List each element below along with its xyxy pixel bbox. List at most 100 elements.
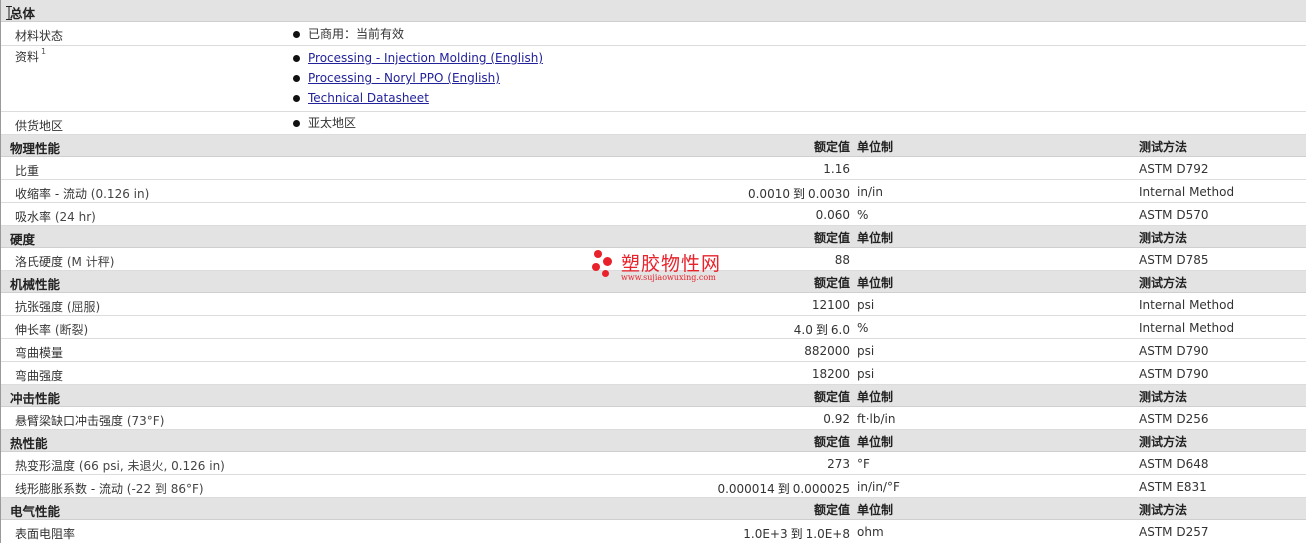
property-unit: psi <box>857 298 875 312</box>
property-name: 比重 <box>15 162 39 179</box>
general-row-documents: 资料 1 Processing - Injection Molding (Engl… <box>1 46 1306 112</box>
row-label: 资料 1 <box>15 47 46 65</box>
watermark-logo: 塑胶物性网 www.sujiaowuxing.com <box>591 248 731 284</box>
list-item: Processing - Noryl PPO (English) <box>291 68 543 88</box>
property-condition: (0.126 in) <box>90 187 150 201</box>
logo-dot-icon <box>592 263 600 271</box>
property-name-text: 收缩率 - 流动 <box>15 187 87 201</box>
column-header-value: 额定值 <box>813 390 850 404</box>
property-unit: % <box>857 321 869 335</box>
section-title: 冲击性能 <box>10 391 61 406</box>
row-label-text: 资料 <box>15 50 40 64</box>
property-row-water-absorption: 吸水率 (24 hr) 0.060 % ASTM D570 <box>1 203 1306 226</box>
bullet-list: Processing - Injection Molding (English)… <box>291 48 543 108</box>
row-label: 供货地区 <box>15 119 64 133</box>
property-value: 0.000014 到 0.000025 <box>717 480 850 497</box>
property-value: 0.92 <box>823 412 850 426</box>
property-condition: (M 计秤) <box>66 255 115 269</box>
property-name: 线形膨胀系数 - 流动 (-22 到 86°F) <box>15 480 204 497</box>
status-text: 已商用：当前有效 <box>308 27 405 41</box>
property-test-method: ASTM D648 <box>1139 457 1209 471</box>
property-test-method: ASTM D257 <box>1139 525 1209 539</box>
list-item: 亚太地区 <box>291 113 356 133</box>
bullet-icon <box>293 55 300 62</box>
section-header-general: 总体 <box>1 0 1306 22</box>
property-row-deflection-temp: 热变形温度 (66 psi, 未退火, 0.126 in) 273 °F AST… <box>1 452 1306 475</box>
column-header-unit: 单位制 <box>857 435 894 449</box>
document-link-technical-datasheet[interactable]: Technical Datasheet <box>308 91 429 105</box>
property-condition: (73°F) <box>126 414 165 428</box>
property-test-method: Internal Method <box>1139 321 1235 335</box>
property-name: 收缩率 - 流动 (0.126 in) <box>15 185 149 202</box>
column-header-unit: 单位制 <box>857 276 894 290</box>
section-header-physical: 物理性能 额定值 单位制 测试方法 <box>1 135 1306 157</box>
property-value: 882000 <box>804 344 850 358</box>
range-word: 到 <box>792 187 805 201</box>
column-header-test: 测试方法 <box>1139 231 1188 245</box>
property-test-method: ASTM E831 <box>1139 480 1207 494</box>
section-title: 硬度 <box>10 232 36 247</box>
property-row-flexural-modulus: 弯曲模量 882000 psi ASTM D790 <box>1 339 1306 362</box>
property-name-text: 洛氏硬度 <box>15 255 64 269</box>
list-item: 已商用：当前有效 <box>291 24 404 44</box>
property-name: 悬臂梁缺口冲击强度 (73°F) <box>15 412 164 429</box>
property-value: 88 <box>834 253 850 267</box>
property-name: 弯曲模量 <box>15 344 63 361</box>
value-to: 0.000025 <box>792 482 850 496</box>
property-row-shrinkage: 收缩率 - 流动 (0.126 in) 0.0010 到 0.0030 in/in … <box>1 180 1306 203</box>
value-to: 6.0 <box>830 323 850 337</box>
column-header-value: 额定值 <box>813 231 850 245</box>
property-name-text: 热变形温度 <box>15 459 76 473</box>
section-title: 机械性能 <box>10 277 61 292</box>
column-header-test: 测试方法 <box>1139 503 1188 517</box>
section-title: 热性能 <box>10 436 48 451</box>
property-condition: (24 hr) <box>54 210 96 224</box>
column-header-unit: 单位制 <box>857 503 894 517</box>
range-word: 到 <box>777 482 790 496</box>
document-link-injection-molding[interactable]: Processing - Injection Molding (English) <box>308 51 543 65</box>
range-word: 到 <box>790 527 803 541</box>
property-test-method: Internal Method <box>1139 298 1235 312</box>
watermark-url: www.sujiaowuxing.com <box>621 273 716 282</box>
property-condition: (断裂) <box>54 323 89 337</box>
property-name-text: 比重 <box>15 164 40 178</box>
property-row-surface-resistivity: 表面电阻率 1.0E+3 到 1.0E+8 ohm ASTM D257 <box>1 520 1306 543</box>
property-value: 0.0010 到 0.0030 <box>748 185 850 202</box>
property-row-elongation: 伸长率 (断裂) 4.0 到 6.0 % Internal Method <box>1 316 1306 339</box>
property-row-izod-impact: 悬臂梁缺口冲击强度 (73°F) 0.92 ft·lb/in ASTM D256 <box>1 407 1306 430</box>
property-value: 4.0 到 6.0 <box>794 321 850 338</box>
value-to: 1.0E+8 <box>805 527 850 541</box>
watermark-title: 塑胶物性网 <box>621 253 722 275</box>
property-name: 洛氏硬度 (M 计秤) <box>15 253 114 270</box>
text-cursor-icon <box>6 6 12 20</box>
property-value: 12100 <box>811 298 850 312</box>
property-test-method: ASTM D785 <box>1139 253 1209 267</box>
section-title: 总体 <box>10 6 36 21</box>
general-row-material-status: 材料状态 已商用：当前有效 <box>1 22 1306 46</box>
property-value: 1.16 <box>823 162 850 176</box>
property-test-method: ASTM D256 <box>1139 412 1209 426</box>
document-link-noryl-ppo[interactable]: Processing - Noryl PPO (English) <box>308 71 500 85</box>
property-row-tensile-strength: 抗张强度 (屈服) 12100 psi Internal Method <box>1 293 1306 316</box>
column-header-value: 额定值 <box>813 503 850 517</box>
property-value: 0.060 <box>815 208 850 222</box>
row-label: 材料状态 <box>15 29 64 43</box>
bullet-icon <box>293 120 300 127</box>
property-name-text: 吸水率 <box>15 210 52 224</box>
property-test-method: ASTM D790 <box>1139 344 1209 358</box>
column-header-unit: 单位制 <box>857 390 894 404</box>
column-header-value: 额定值 <box>813 276 850 290</box>
property-test-method: ASTM D790 <box>1139 367 1209 381</box>
property-unit: in/in <box>857 185 883 199</box>
logo-dot-icon <box>603 257 612 266</box>
value-from: 4.0 <box>793 323 813 337</box>
list-item: Processing - Injection Molding (English) <box>291 48 543 68</box>
bullet-list: 已商用：当前有效 <box>291 24 404 44</box>
column-header-unit: 单位制 <box>857 231 894 245</box>
property-value: 273 <box>827 457 850 471</box>
property-name-text: 线形膨胀系数 - 流动 <box>15 482 123 496</box>
property-name: 表面电阻率 <box>15 525 75 542</box>
column-header-value: 额定值 <box>813 140 850 154</box>
property-condition: (66 psi, 未退火, 0.126 in) <box>78 459 225 473</box>
property-name-text: 抗张强度 <box>15 300 64 314</box>
